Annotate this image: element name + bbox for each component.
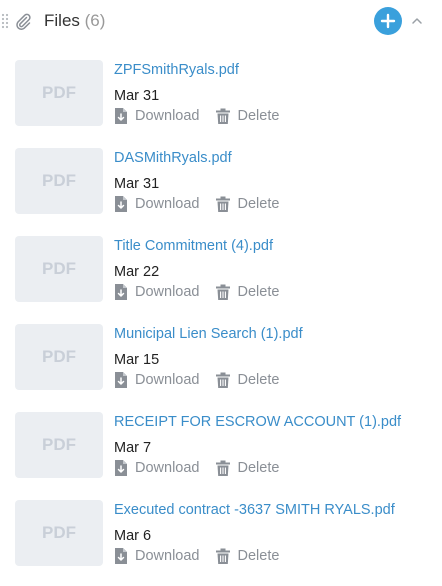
panel-title-text: Files: [44, 11, 80, 30]
thumbnail-label: PDF: [42, 347, 76, 366]
pdf-thumbnail[interactable]: PDF: [15, 500, 103, 566]
download-label: Download: [135, 372, 200, 388]
delete-button[interactable]: Delete: [215, 284, 280, 300]
pdf-thumbnail[interactable]: PDF: [15, 236, 103, 302]
file-name-link[interactable]: Executed contract -3637 SMITH RYALS.pdf: [114, 502, 395, 519]
download-icon: [115, 460, 127, 476]
trash-icon: [215, 548, 230, 564]
download-label: Download: [135, 196, 200, 212]
chevron-up-icon: [412, 18, 422, 24]
trash-icon: [215, 372, 230, 388]
file-actions: Download Delete: [114, 106, 279, 126]
file-actions: Download Delete: [114, 194, 279, 214]
download-label: Download: [135, 548, 200, 564]
delete-button[interactable]: Delete: [215, 548, 280, 564]
panel-title: Files (6): [44, 11, 105, 31]
file-item: PDF Executed contract -3637 SMITH RYALS.…: [0, 498, 442, 586]
download-icon: [115, 108, 127, 124]
delete-label: Delete: [237, 548, 280, 564]
download-button[interactable]: Download: [114, 284, 200, 300]
pdf-thumbnail[interactable]: PDF: [15, 324, 103, 390]
download-button[interactable]: Download: [114, 108, 200, 124]
file-date: Mar 31: [114, 176, 160, 192]
file-name-link[interactable]: Municipal Lien Search (1).pdf: [114, 326, 303, 343]
file-item: PDF ZPFSmithRyals.pdf Mar 31 Download De…: [0, 58, 442, 146]
download-button[interactable]: Download: [114, 548, 200, 564]
file-item: PDF Municipal Lien Search (1).pdf Mar 15…: [0, 322, 442, 410]
thumbnail-label: PDF: [42, 435, 76, 454]
thumbnail-label: PDF: [42, 171, 76, 190]
drag-handle-icon[interactable]: [1, 13, 9, 29]
files-panel-header: Files (6): [0, 0, 442, 42]
file-name-link[interactable]: Title Commitment (4).pdf: [114, 238, 273, 255]
file-date: Mar 31: [114, 88, 160, 104]
file-item: PDF DASMithRyals.pdf Mar 31 Download Del…: [0, 146, 442, 234]
thumbnail-label: PDF: [42, 259, 76, 278]
file-list: PDF ZPFSmithRyals.pdf Mar 31 Download De…: [0, 58, 442, 586]
file-date: Mar 7: [114, 440, 152, 456]
download-label: Download: [135, 284, 200, 300]
trash-icon: [215, 108, 230, 124]
trash-icon: [215, 196, 230, 212]
trash-icon: [215, 460, 230, 476]
download-icon: [115, 372, 127, 388]
file-count-badge: (6): [84, 11, 106, 30]
file-item: PDF RECEIPT FOR ESCROW ACCOUNT (1).pdf M…: [0, 410, 442, 498]
file-name-link[interactable]: ZPFSmithRyals.pdf: [114, 62, 239, 79]
delete-button[interactable]: Delete: [215, 460, 280, 476]
plus-icon: [380, 13, 396, 29]
thumbnail-label: PDF: [42, 83, 76, 102]
delete-label: Delete: [237, 196, 280, 212]
file-date: Mar 6: [114, 528, 152, 544]
file-actions: Download Delete: [114, 546, 279, 566]
pdf-thumbnail[interactable]: PDF: [15, 60, 103, 126]
delete-label: Delete: [237, 108, 280, 124]
delete-label: Delete: [237, 372, 280, 388]
paperclip-icon: [13, 11, 33, 31]
delete-label: Delete: [237, 460, 280, 476]
download-icon: [115, 548, 127, 564]
download-label: Download: [135, 108, 200, 124]
download-button[interactable]: Download: [114, 460, 200, 476]
file-name-link[interactable]: DASMithRyals.pdf: [114, 150, 232, 167]
collapse-button[interactable]: [410, 14, 424, 28]
file-actions: Download Delete: [114, 370, 279, 390]
pdf-thumbnail[interactable]: PDF: [15, 412, 103, 478]
file-date: Mar 15: [114, 352, 160, 368]
file-item: PDF Title Commitment (4).pdf Mar 22 Down…: [0, 234, 442, 322]
add-file-button[interactable]: [374, 7, 402, 35]
download-button[interactable]: Download: [114, 196, 200, 212]
delete-button[interactable]: Delete: [215, 108, 280, 124]
file-date: Mar 22: [114, 264, 160, 280]
pdf-thumbnail[interactable]: PDF: [15, 148, 103, 214]
trash-icon: [215, 284, 230, 300]
delete-label: Delete: [237, 284, 280, 300]
download-icon: [115, 284, 127, 300]
download-button[interactable]: Download: [114, 372, 200, 388]
file-actions: Download Delete: [114, 282, 279, 302]
delete-button[interactable]: Delete: [215, 372, 280, 388]
file-name-link[interactable]: RECEIPT FOR ESCROW ACCOUNT (1).pdf: [114, 414, 401, 431]
download-label: Download: [135, 460, 200, 476]
file-actions: Download Delete: [114, 458, 279, 478]
download-icon: [115, 196, 127, 212]
delete-button[interactable]: Delete: [215, 196, 280, 212]
thumbnail-label: PDF: [42, 523, 76, 542]
